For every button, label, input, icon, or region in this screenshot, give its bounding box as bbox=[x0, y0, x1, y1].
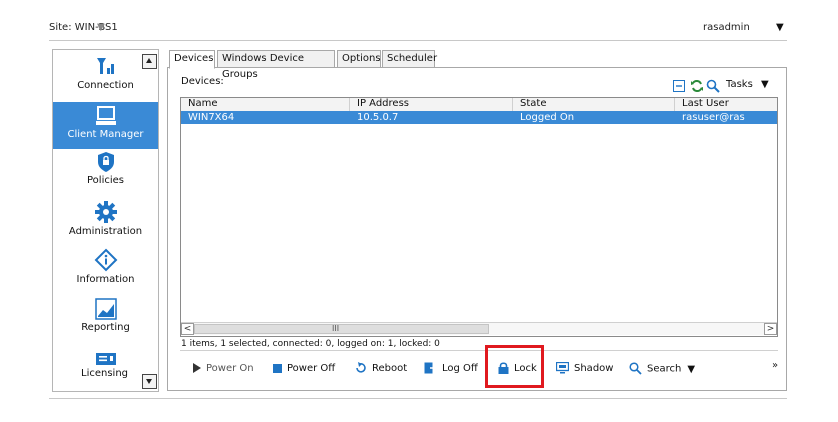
reboot-button[interactable]: Reboot bbox=[355, 362, 407, 376]
license-icon bbox=[95, 353, 116, 365]
sidebar-item-policies[interactable]: Policies bbox=[53, 151, 158, 195]
column-header-state[interactable]: State bbox=[513, 98, 675, 111]
sidebar-item-client-manager[interactable]: Client Manager bbox=[53, 102, 158, 149]
sidebar-scroll-down-button[interactable] bbox=[142, 374, 157, 389]
top-divider bbox=[49, 40, 787, 41]
status-divider bbox=[180, 350, 778, 351]
collapse-icon[interactable] bbox=[673, 80, 685, 92]
table-header: Name IP Address State Last User bbox=[181, 98, 777, 112]
column-header-last-user[interactable]: Last User bbox=[675, 98, 777, 111]
log-off-icon bbox=[424, 362, 437, 374]
sidebar-item-connection[interactable]: Connection bbox=[53, 54, 158, 98]
cell-ip-address: 10.5.0.7 bbox=[357, 112, 399, 123]
column-header-ip-address[interactable]: IP Address bbox=[350, 98, 513, 111]
tasks-chevron-down-icon[interactable]: ▼ bbox=[761, 79, 769, 90]
shadow-label: Shadow bbox=[574, 363, 614, 374]
log-off-label: Log Off bbox=[442, 363, 478, 374]
user-chevron-down-icon[interactable]: ▼ bbox=[776, 22, 784, 33]
gear-icon bbox=[94, 201, 117, 223]
sidebar-item-label: Connection bbox=[77, 80, 134, 91]
search-chevron-down-icon: ▼ bbox=[687, 363, 696, 375]
devices-section-title: Devices: bbox=[181, 76, 224, 87]
refresh-icon[interactable] bbox=[690, 79, 704, 93]
cell-state: Logged On bbox=[520, 112, 575, 123]
horizontal-scrollbar[interactable]: < III > bbox=[181, 322, 777, 335]
search-icon[interactable] bbox=[706, 79, 720, 93]
shield-lock-icon bbox=[97, 152, 114, 172]
connection-signal-icon bbox=[96, 58, 114, 74]
sidebar-item-information[interactable]: Information bbox=[53, 248, 158, 292]
chart-icon bbox=[94, 298, 117, 320]
status-text: 1 items, 1 selected, connected: 0, logge… bbox=[181, 339, 440, 349]
stop-icon bbox=[273, 363, 282, 373]
site-chevron-down-icon[interactable]: ▼ bbox=[97, 22, 105, 33]
power-off-label: Power Off bbox=[287, 363, 336, 374]
tasks-menu[interactable]: Tasks bbox=[726, 79, 753, 90]
toolbar-overflow-icon[interactable]: » bbox=[772, 360, 778, 371]
lock-highlight-box bbox=[485, 345, 544, 388]
scrollbar-grip: III bbox=[332, 324, 340, 333]
sidebar-nav: Connection Client Manager Policies Admin… bbox=[52, 49, 159, 392]
reboot-icon bbox=[356, 362, 366, 373]
scroll-right-button[interactable]: > bbox=[764, 323, 777, 335]
bottom-divider bbox=[49, 398, 787, 399]
cell-last-user: rasuser@ras bbox=[682, 112, 745, 123]
shadow-icon bbox=[556, 362, 569, 374]
search-icon bbox=[629, 362, 642, 375]
scrollbar-thumb[interactable]: III bbox=[194, 324, 489, 334]
search-menu[interactable]: Search ▼ bbox=[629, 362, 695, 376]
power-on-button[interactable]: Power On bbox=[193, 362, 254, 376]
monitor-icon bbox=[95, 106, 116, 125]
tab-scheduler[interactable]: Scheduler bbox=[382, 50, 437, 68]
scroll-left-button[interactable]: < bbox=[181, 323, 194, 335]
devices-table: Name IP Address State Last User WIN7X64 … bbox=[180, 97, 778, 337]
tab-options[interactable]: Options bbox=[337, 50, 381, 68]
reboot-label: Reboot bbox=[372, 363, 408, 374]
sidebar-item-reporting[interactable]: Reporting bbox=[53, 298, 158, 342]
tab-devices[interactable]: Devices bbox=[169, 50, 215, 69]
play-icon bbox=[193, 363, 201, 373]
sidebar-item-label: Client Manager bbox=[67, 129, 144, 140]
tab-windows-device-groups[interactable]: Windows Device Groups bbox=[217, 50, 335, 80]
info-diamond-icon bbox=[94, 248, 117, 272]
table-row[interactable]: WIN7X64 10.5.0.7 Logged On rasuser@ras bbox=[181, 111, 777, 124]
sidebar-item-label: Reporting bbox=[81, 322, 130, 333]
power-off-button[interactable]: Power Off bbox=[273, 362, 335, 376]
sidebar-item-label: Administration bbox=[68, 226, 143, 237]
sidebar-item-label: Information bbox=[76, 274, 135, 285]
power-on-label: Power On bbox=[206, 363, 254, 374]
cell-name: WIN7X64 bbox=[188, 112, 235, 123]
log-off-button[interactable]: Log Off bbox=[424, 362, 478, 376]
sidebar-item-administration[interactable]: Administration bbox=[53, 200, 158, 244]
shadow-button[interactable]: Shadow bbox=[556, 362, 613, 376]
search-label: Search bbox=[647, 363, 682, 375]
site-selector[interactable]: Site: WIN-BS1 bbox=[49, 22, 118, 33]
user-menu[interactable]: rasadmin bbox=[703, 22, 750, 33]
sidebar-item-label: Policies bbox=[87, 175, 124, 186]
column-header-name[interactable]: Name bbox=[181, 98, 350, 111]
